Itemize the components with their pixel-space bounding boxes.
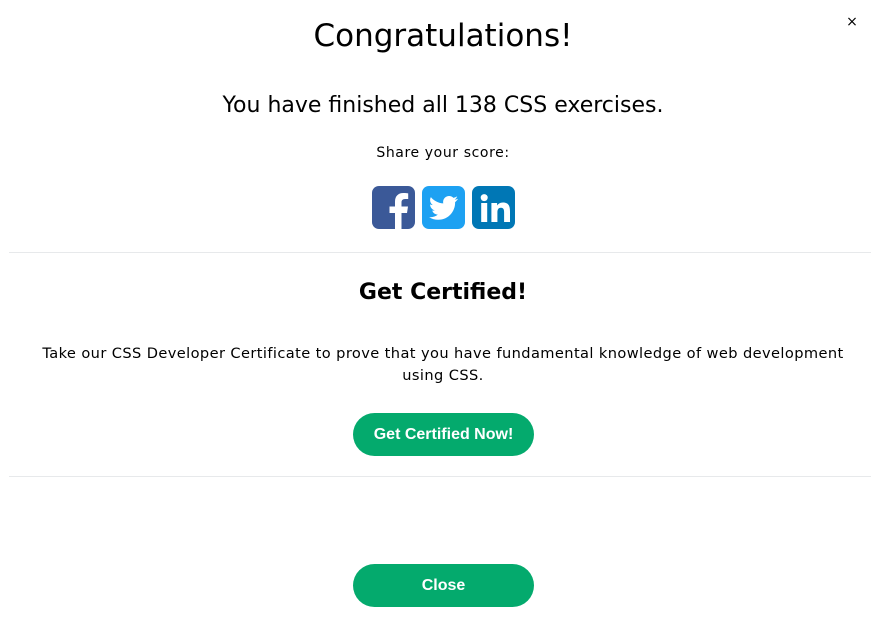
facebook-icon[interactable] xyxy=(372,186,415,229)
share-label: Share your score: xyxy=(376,145,510,161)
linkedin-icon[interactable] xyxy=(472,186,515,229)
modal-title: Congratulations! xyxy=(313,18,573,54)
twitter-icon[interactable] xyxy=(422,186,465,229)
social-share-row xyxy=(372,186,516,229)
certificate-description: Take our CSS Developer Certificate to pr… xyxy=(42,344,844,384)
section-divider xyxy=(9,476,871,477)
section-divider xyxy=(9,252,871,253)
get-certified-button[interactable]: Get Certified Now! xyxy=(353,413,534,456)
finished-message: You have finished all 138 CSS exercises. xyxy=(222,93,664,118)
certificate-heading: Get Certified! xyxy=(358,280,528,305)
close-button[interactable]: Close xyxy=(353,564,534,607)
